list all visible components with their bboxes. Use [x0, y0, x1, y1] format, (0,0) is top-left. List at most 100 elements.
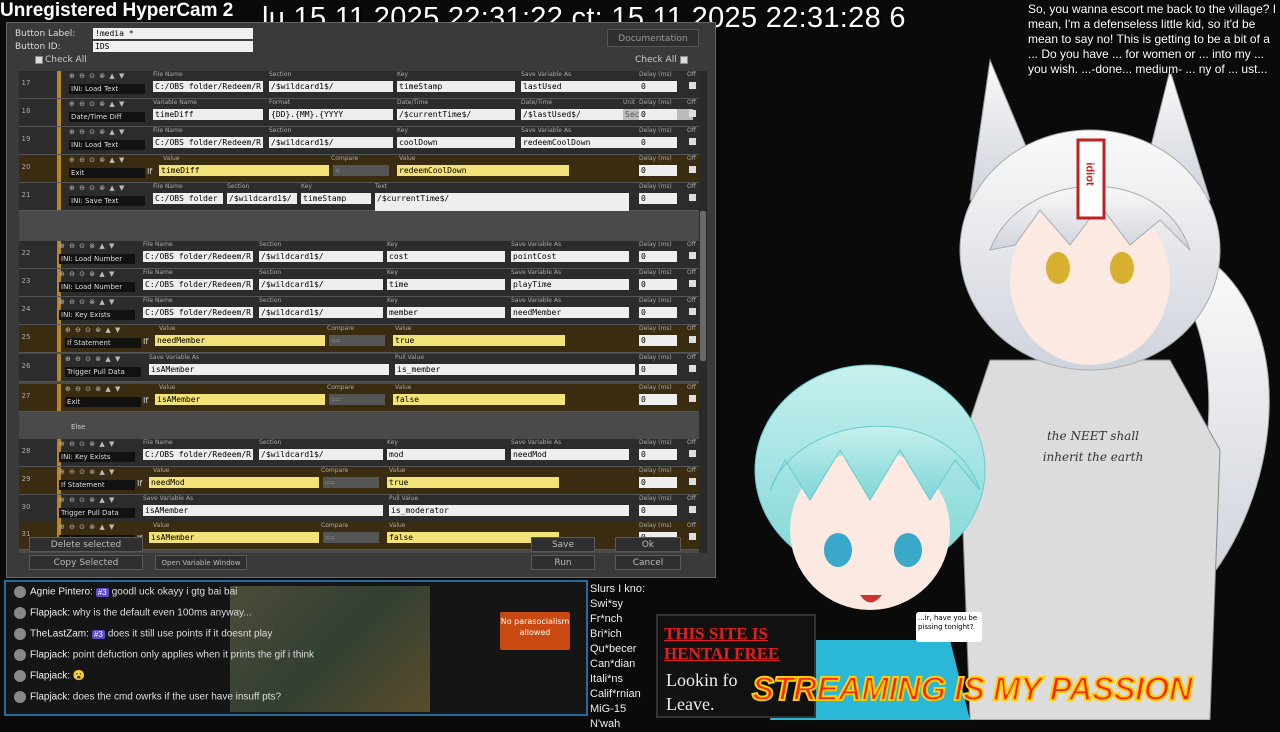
delay-input[interactable]: 0: [639, 81, 677, 92]
action-row[interactable]: 28 ⊕ ⊖ ⊙ ⊗ ▲ ▼ INI: Key Exists File Name C:/…: [19, 439, 699, 467]
value-input[interactable]: isAMember: [149, 532, 319, 543]
field-input[interactable]: {DD}.{MM}.{YYYY: [269, 109, 393, 120]
check-all-left[interactable]: Check All: [35, 55, 87, 65]
field-input[interactable]: C:/OBS folder/Redeem/R: [153, 81, 263, 92]
field-input[interactable]: /$wildcard1$/: [269, 137, 393, 148]
off-checkbox[interactable]: [689, 478, 696, 485]
field-input[interactable]: C:/OBS folder/Redeem/R: [143, 307, 253, 318]
off-checkbox[interactable]: [689, 395, 696, 402]
row-controls[interactable]: ⊕ ⊖ ⊙ ⊗ ▲ ▼: [69, 72, 125, 81]
field-input[interactable]: C:/OBS folder: [153, 193, 223, 204]
row-controls[interactable]: ⊕ ⊖ ⊙ ⊗ ▲ ▼: [59, 496, 115, 505]
field-input[interactable]: isAMember: [143, 505, 383, 516]
value-input[interactable]: timeDiff: [159, 165, 329, 176]
row-controls[interactable]: ⊕ ⊖ ⊙ ⊗ ▲ ▼: [59, 468, 115, 477]
row-controls[interactable]: ⊕ ⊖ ⊙ ⊗ ▲ ▼: [59, 298, 115, 307]
value-input[interactable]: redeemCoolDown: [397, 165, 569, 176]
delay-input[interactable]: 0: [639, 165, 677, 176]
row-controls[interactable]: ⊕ ⊖ ⊙ ⊗ ▲ ▼: [65, 355, 121, 364]
field-input[interactable]: lastUsed: [521, 81, 639, 92]
delay-input[interactable]: 0: [639, 279, 677, 290]
row-controls[interactable]: ⊕ ⊖ ⊙ ⊗ ▲ ▼: [59, 523, 115, 532]
off-checkbox[interactable]: [689, 280, 696, 287]
delay-input[interactable]: 0: [639, 307, 677, 318]
off-checkbox[interactable]: [689, 533, 696, 540]
field-input[interactable]: C:/OBS folder/Redeem/R: [143, 449, 253, 460]
action-row[interactable]: 27 ⊕ ⊖ ⊙ ⊗ ▲ ▼ Exit If Value isAMember Compare…: [19, 384, 699, 412]
delay-input[interactable]: 0: [639, 364, 677, 375]
off-checkbox[interactable]: [689, 110, 696, 117]
action-row[interactable]: 19 ⊕ ⊖ ⊙ ⊗ ▲ ▼ INI: Load Text File Name C:/O…: [19, 127, 699, 155]
action-row[interactable]: 17 ⊕ ⊖ ⊙ ⊗ ▲ ▼ INI: Load Text File Name C:/O…: [19, 71, 699, 99]
action-type[interactable]: Exit: [65, 397, 141, 407]
action-type[interactable]: INI: Load Text: [69, 84, 145, 94]
documentation-button[interactable]: Documentation: [607, 29, 699, 47]
off-checkbox[interactable]: [689, 450, 696, 457]
action-type[interactable]: INI: Key Exists: [59, 452, 135, 462]
action-type[interactable]: Trigger Pull Data: [65, 367, 141, 377]
compare-select[interactable]: <: [333, 165, 389, 176]
list-scrollbar[interactable]: [699, 71, 707, 553]
value-input[interactable]: false: [393, 394, 565, 405]
field-input[interactable]: timeStamp: [301, 193, 371, 204]
off-checkbox[interactable]: [689, 336, 696, 343]
row-controls[interactable]: ⊕ ⊖ ⊙ ⊗ ▲ ▼: [69, 100, 125, 109]
action-type[interactable]: Trigger Pull Data: [59, 508, 135, 518]
action-type[interactable]: If Statement: [65, 338, 141, 348]
value-input[interactable]: needMember: [155, 335, 325, 346]
action-row[interactable]: 25 ⊕ ⊖ ⊙ ⊗ ▲ ▼ If Statement If Value needMemb…: [19, 325, 699, 353]
value-input[interactable]: true: [387, 477, 559, 488]
field-input[interactable]: timeDiff: [153, 109, 263, 120]
open-variable-window-button[interactable]: Open Variable Window: [155, 555, 247, 570]
field-input[interactable]: /$currentTime$/: [375, 193, 629, 211]
field-input[interactable]: /$wildcard1$/: [259, 279, 383, 290]
off-checkbox[interactable]: [689, 506, 696, 513]
value-input[interactable]: isAMember: [155, 394, 325, 405]
action-type[interactable]: INI: Save Text: [69, 196, 145, 206]
field-input[interactable]: time: [387, 279, 505, 290]
field-input[interactable]: mod: [387, 449, 505, 460]
run-button[interactable]: Run: [531, 555, 595, 570]
action-row[interactable]: 30 ⊕ ⊖ ⊙ ⊗ ▲ ▼ Trigger Pull Data Save Varia…: [19, 495, 699, 523]
action-row[interactable]: 21 ⊕ ⊖ ⊙ ⊗ ▲ ▼ INI: Save Text File Name C:/O…: [19, 183, 699, 211]
field-input[interactable]: /$wildcard1$/: [259, 307, 383, 318]
delay-input[interactable]: 0: [639, 109, 677, 120]
check-all-right[interactable]: Check All: [635, 55, 690, 65]
field-input[interactable]: pointCost: [511, 251, 629, 262]
delay-input[interactable]: 0: [639, 477, 677, 488]
delay-input[interactable]: 0: [639, 335, 677, 346]
compare-select[interactable]: ==: [329, 335, 385, 346]
field-input[interactable]: member: [387, 307, 505, 318]
field-input[interactable]: /$wildcard1$/: [269, 81, 393, 92]
action-row[interactable]: 24 ⊕ ⊖ ⊙ ⊗ ▲ ▼ INI: Key Exists File Name C:/…: [19, 297, 699, 325]
delay-input[interactable]: 0: [639, 505, 677, 516]
compare-select[interactable]: ==: [323, 477, 379, 488]
action-row[interactable]: 20 ⊕ ⊖ ⊙ ⊗ ▲ ▼ Exit If Value timeDiff Compare <…: [19, 155, 699, 183]
row-controls[interactable]: ⊕ ⊖ ⊙ ⊗ ▲ ▼: [65, 385, 121, 394]
delay-input[interactable]: 0: [639, 137, 677, 148]
action-type[interactable]: INI: Load Number: [59, 282, 135, 292]
delete-selected-button[interactable]: Delete selected: [29, 537, 143, 552]
scrollbar-thumb[interactable]: [700, 211, 706, 361]
field-input[interactable]: C:/OBS folder/Redeem/R: [143, 251, 253, 262]
field-input[interactable]: isAMember: [149, 364, 389, 375]
value-input[interactable]: needMod: [149, 477, 319, 488]
button-id-input[interactable]: IDS: [93, 41, 253, 52]
action-row[interactable]: 18 ⊕ ⊖ ⊙ ⊗ ▲ ▼ Date/Time Diff Variable Name…: [19, 99, 699, 127]
action-row[interactable]: 29 ⊕ ⊖ ⊙ ⊗ ▲ ▼ If Statement If Value needMod C…: [19, 467, 699, 495]
action-type[interactable]: Date/Time Diff: [69, 112, 145, 122]
field-input[interactable]: C:/OBS folder/Redeem/R: [143, 279, 253, 290]
off-checkbox[interactable]: [689, 166, 696, 173]
field-input[interactable]: /$lastUsed$/: [521, 109, 639, 120]
off-checkbox[interactable]: [689, 82, 696, 89]
delay-input[interactable]: 0: [639, 449, 677, 460]
pull-value-select[interactable]: is_moderator: [389, 505, 629, 516]
action-row[interactable]: 26 ⊕ ⊖ ⊙ ⊗ ▲ ▼ Trigger Pull Data Save Varia…: [19, 354, 699, 382]
field-input[interactable]: C:/OBS folder/Redeem/R: [153, 137, 263, 148]
field-input[interactable]: timeStamp: [397, 81, 515, 92]
row-controls[interactable]: ⊕ ⊖ ⊙ ⊗ ▲ ▼: [69, 128, 125, 137]
off-checkbox[interactable]: [689, 194, 696, 201]
row-controls[interactable]: ⊕ ⊖ ⊙ ⊗ ▲ ▼: [69, 184, 125, 193]
compare-select[interactable]: ==: [329, 394, 385, 405]
field-input[interactable]: needMember: [511, 307, 629, 318]
